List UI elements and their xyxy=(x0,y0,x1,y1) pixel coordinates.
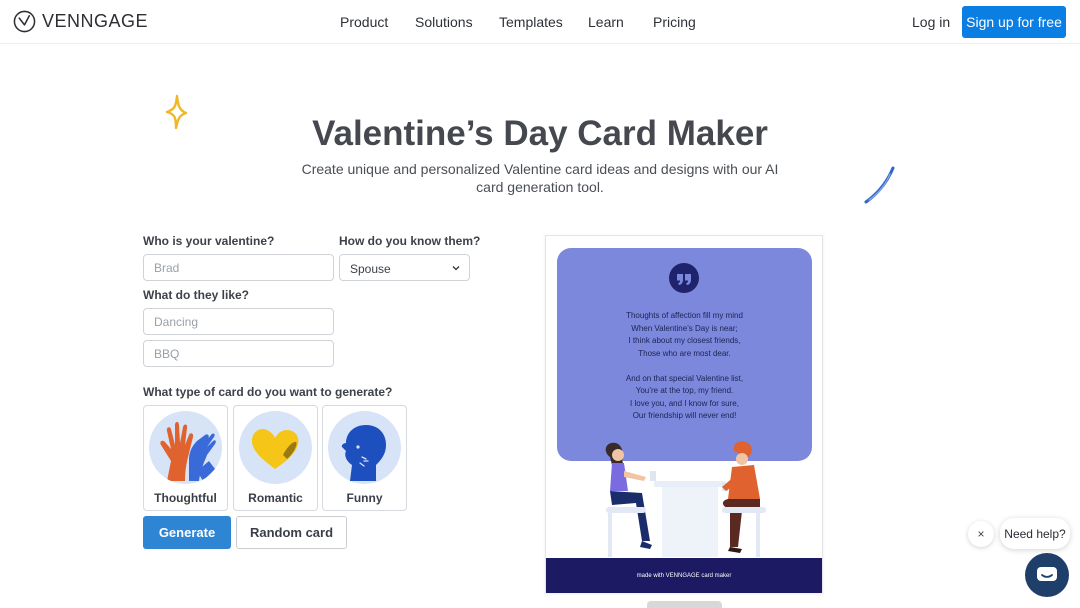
card-preview: Thoughts of affection fill my mind When … xyxy=(545,235,823,593)
preview-scroll-tab[interactable] xyxy=(647,601,722,608)
relation-label: How do you know them? xyxy=(339,234,481,248)
romantic-label: Romantic xyxy=(248,491,303,505)
top-navigation: VENNGAGE Product Solutions Templates Lea… xyxy=(0,0,1080,44)
chat-icon xyxy=(1037,567,1057,581)
need-help-bubble[interactable]: Need help? xyxy=(1000,518,1070,549)
nav-solutions[interactable]: Solutions xyxy=(415,14,473,30)
nav-learn[interactable]: Learn xyxy=(588,14,624,30)
card-type-romantic[interactable]: Romantic xyxy=(233,405,318,511)
chat-close-button[interactable]: × xyxy=(968,521,994,547)
valentine-name-input[interactable] xyxy=(143,254,334,281)
card-type-label: What type of card do you want to generat… xyxy=(143,385,393,399)
card-footer-banner: made with VENNGAGE card maker xyxy=(546,558,822,593)
poem-line: I love you, and I know for sure, xyxy=(630,398,739,408)
who-label: Who is your valentine? xyxy=(143,234,275,248)
poem-bubble: Thoughts of affection fill my mind When … xyxy=(557,248,812,461)
chevron-down-icon xyxy=(452,266,460,271)
card-poem: Thoughts of affection fill my mind When … xyxy=(557,310,812,423)
brush-stroke-decoration xyxy=(864,166,895,204)
poem-line xyxy=(557,360,812,373)
signup-button[interactable]: Sign up for free xyxy=(962,6,1066,38)
quote-icon xyxy=(669,263,699,293)
poem-line: And on that special Valentine list, xyxy=(625,373,744,383)
friends-illustration xyxy=(605,441,766,557)
poem-line: You’re at the top, my friend. xyxy=(635,386,734,395)
thoughtful-label: Thoughtful xyxy=(154,491,217,505)
nav-pricing[interactable]: Pricing xyxy=(653,14,696,30)
card-type-thoughtful[interactable]: Thoughtful xyxy=(143,405,228,511)
nav-product[interactable]: Product xyxy=(340,14,388,30)
chat-launcher-button[interactable] xyxy=(1025,553,1069,597)
poem-line: Thoughts of affection fill my mind xyxy=(626,311,743,320)
generate-button[interactable]: Generate xyxy=(143,516,231,549)
laughing-head-icon xyxy=(341,425,386,481)
heart-icon xyxy=(251,429,299,469)
venngage-logo[interactable]: VENNGAGE xyxy=(13,10,148,33)
relation-select[interactable]: Spouse xyxy=(339,254,470,281)
poem-line: Those who are most dear. xyxy=(638,348,731,358)
login-link[interactable]: Log in xyxy=(912,14,950,30)
page-subtitle: Create unique and personalized Valentine… xyxy=(301,161,779,195)
like-input-1[interactable] xyxy=(143,308,334,335)
poem-line: When Valentine’s Day is near; xyxy=(631,323,738,333)
high-five-icon xyxy=(160,422,216,481)
card-type-funny[interactable]: Funny xyxy=(322,405,407,511)
brand-name: VENNGAGE xyxy=(42,11,149,31)
funny-label: Funny xyxy=(346,491,383,505)
nav-templates[interactable]: Templates xyxy=(499,14,563,30)
poem-line: I think about my closest friends, xyxy=(628,336,741,345)
page-title: Valentine’s Day Card Maker xyxy=(312,114,768,153)
relation-selected-value: Spouse xyxy=(350,262,391,276)
poem-line: Our friendship will never end! xyxy=(632,411,737,420)
like-input-2[interactable] xyxy=(143,340,334,367)
likes-label: What do they like? xyxy=(143,288,250,302)
random-card-button[interactable]: Random card xyxy=(236,516,347,549)
venngage-logo-icon xyxy=(13,10,36,33)
